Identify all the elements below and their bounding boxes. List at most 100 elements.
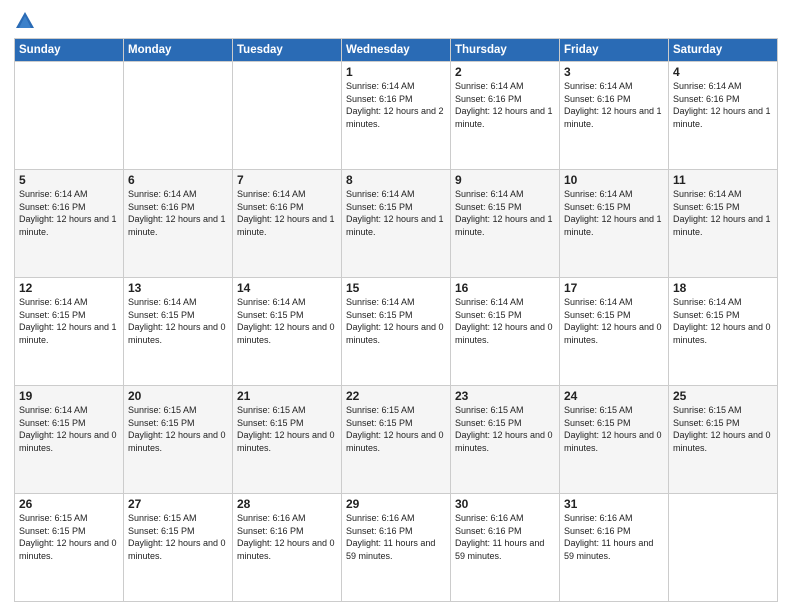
- day-number: 14: [237, 281, 337, 295]
- weekday-header-sunday: Sunday: [15, 39, 124, 62]
- day-cell: 23Sunrise: 6:15 AMSunset: 6:15 PMDayligh…: [451, 386, 560, 494]
- day-info: Sunrise: 6:14 AMSunset: 6:15 PMDaylight:…: [19, 404, 119, 454]
- day-info: Sunrise: 6:14 AMSunset: 6:15 PMDaylight:…: [564, 188, 664, 238]
- day-number: 16: [455, 281, 555, 295]
- day-cell: 5Sunrise: 6:14 AMSunset: 6:16 PMDaylight…: [15, 170, 124, 278]
- day-info: Sunrise: 6:14 AMSunset: 6:16 PMDaylight:…: [346, 80, 446, 130]
- day-cell: 15Sunrise: 6:14 AMSunset: 6:15 PMDayligh…: [342, 278, 451, 386]
- day-number: 20: [128, 389, 228, 403]
- logo: [14, 10, 38, 32]
- day-number: 9: [455, 173, 555, 187]
- day-cell: 27Sunrise: 6:15 AMSunset: 6:15 PMDayligh…: [124, 494, 233, 602]
- day-number: 3: [564, 65, 664, 79]
- day-number: 18: [673, 281, 773, 295]
- week-row-2: 5Sunrise: 6:14 AMSunset: 6:16 PMDaylight…: [15, 170, 778, 278]
- day-info: Sunrise: 6:16 AMSunset: 6:16 PMDaylight:…: [564, 512, 664, 562]
- week-row-3: 12Sunrise: 6:14 AMSunset: 6:15 PMDayligh…: [15, 278, 778, 386]
- day-info: Sunrise: 6:15 AMSunset: 6:15 PMDaylight:…: [237, 404, 337, 454]
- day-number: 28: [237, 497, 337, 511]
- day-cell: 8Sunrise: 6:14 AMSunset: 6:15 PMDaylight…: [342, 170, 451, 278]
- day-info: Sunrise: 6:14 AMSunset: 6:15 PMDaylight:…: [673, 188, 773, 238]
- day-number: 19: [19, 389, 119, 403]
- day-number: 15: [346, 281, 446, 295]
- day-info: Sunrise: 6:14 AMSunset: 6:16 PMDaylight:…: [237, 188, 337, 238]
- day-cell: 28Sunrise: 6:16 AMSunset: 6:16 PMDayligh…: [233, 494, 342, 602]
- day-cell: 9Sunrise: 6:14 AMSunset: 6:15 PMDaylight…: [451, 170, 560, 278]
- day-info: Sunrise: 6:14 AMSunset: 6:15 PMDaylight:…: [673, 296, 773, 346]
- day-number: 4: [673, 65, 773, 79]
- day-cell: [233, 62, 342, 170]
- day-cell: 6Sunrise: 6:14 AMSunset: 6:16 PMDaylight…: [124, 170, 233, 278]
- day-info: Sunrise: 6:14 AMSunset: 6:16 PMDaylight:…: [673, 80, 773, 130]
- day-number: 17: [564, 281, 664, 295]
- day-cell: 19Sunrise: 6:14 AMSunset: 6:15 PMDayligh…: [15, 386, 124, 494]
- day-number: 27: [128, 497, 228, 511]
- day-info: Sunrise: 6:15 AMSunset: 6:15 PMDaylight:…: [346, 404, 446, 454]
- day-info: Sunrise: 6:14 AMSunset: 6:16 PMDaylight:…: [128, 188, 228, 238]
- weekday-header-wednesday: Wednesday: [342, 39, 451, 62]
- day-cell: 10Sunrise: 6:14 AMSunset: 6:15 PMDayligh…: [560, 170, 669, 278]
- day-info: Sunrise: 6:16 AMSunset: 6:16 PMDaylight:…: [455, 512, 555, 562]
- day-cell: 24Sunrise: 6:15 AMSunset: 6:15 PMDayligh…: [560, 386, 669, 494]
- day-number: 29: [346, 497, 446, 511]
- weekday-header-tuesday: Tuesday: [233, 39, 342, 62]
- day-cell: 3Sunrise: 6:14 AMSunset: 6:16 PMDaylight…: [560, 62, 669, 170]
- day-cell: 25Sunrise: 6:15 AMSunset: 6:15 PMDayligh…: [669, 386, 778, 494]
- day-info: Sunrise: 6:14 AMSunset: 6:15 PMDaylight:…: [455, 296, 555, 346]
- logo-icon: [14, 10, 36, 32]
- calendar: SundayMondayTuesdayWednesdayThursdayFrid…: [14, 38, 778, 602]
- day-number: 12: [19, 281, 119, 295]
- day-info: Sunrise: 6:14 AMSunset: 6:15 PMDaylight:…: [128, 296, 228, 346]
- day-info: Sunrise: 6:15 AMSunset: 6:15 PMDaylight:…: [128, 512, 228, 562]
- day-info: Sunrise: 6:14 AMSunset: 6:15 PMDaylight:…: [237, 296, 337, 346]
- day-cell: 1Sunrise: 6:14 AMSunset: 6:16 PMDaylight…: [342, 62, 451, 170]
- day-cell: [669, 494, 778, 602]
- day-cell: [124, 62, 233, 170]
- day-number: 6: [128, 173, 228, 187]
- day-number: 1: [346, 65, 446, 79]
- day-number: 30: [455, 497, 555, 511]
- day-info: Sunrise: 6:16 AMSunset: 6:16 PMDaylight:…: [346, 512, 446, 562]
- day-number: 7: [237, 173, 337, 187]
- week-row-1: 1Sunrise: 6:14 AMSunset: 6:16 PMDaylight…: [15, 62, 778, 170]
- day-cell: [15, 62, 124, 170]
- day-cell: 4Sunrise: 6:14 AMSunset: 6:16 PMDaylight…: [669, 62, 778, 170]
- day-number: 22: [346, 389, 446, 403]
- day-info: Sunrise: 6:14 AMSunset: 6:15 PMDaylight:…: [346, 296, 446, 346]
- day-info: Sunrise: 6:14 AMSunset: 6:16 PMDaylight:…: [19, 188, 119, 238]
- day-info: Sunrise: 6:16 AMSunset: 6:16 PMDaylight:…: [237, 512, 337, 562]
- day-number: 31: [564, 497, 664, 511]
- day-cell: 16Sunrise: 6:14 AMSunset: 6:15 PMDayligh…: [451, 278, 560, 386]
- day-cell: 17Sunrise: 6:14 AMSunset: 6:15 PMDayligh…: [560, 278, 669, 386]
- day-cell: 22Sunrise: 6:15 AMSunset: 6:15 PMDayligh…: [342, 386, 451, 494]
- day-number: 26: [19, 497, 119, 511]
- day-cell: 21Sunrise: 6:15 AMSunset: 6:15 PMDayligh…: [233, 386, 342, 494]
- day-number: 5: [19, 173, 119, 187]
- day-cell: 11Sunrise: 6:14 AMSunset: 6:15 PMDayligh…: [669, 170, 778, 278]
- day-number: 2: [455, 65, 555, 79]
- day-cell: 31Sunrise: 6:16 AMSunset: 6:16 PMDayligh…: [560, 494, 669, 602]
- day-number: 13: [128, 281, 228, 295]
- day-cell: 7Sunrise: 6:14 AMSunset: 6:16 PMDaylight…: [233, 170, 342, 278]
- weekday-header-row: SundayMondayTuesdayWednesdayThursdayFrid…: [15, 39, 778, 62]
- day-info: Sunrise: 6:14 AMSunset: 6:16 PMDaylight:…: [455, 80, 555, 130]
- day-cell: 29Sunrise: 6:16 AMSunset: 6:16 PMDayligh…: [342, 494, 451, 602]
- weekday-header-friday: Friday: [560, 39, 669, 62]
- day-cell: 26Sunrise: 6:15 AMSunset: 6:15 PMDayligh…: [15, 494, 124, 602]
- day-number: 11: [673, 173, 773, 187]
- week-row-4: 19Sunrise: 6:14 AMSunset: 6:15 PMDayligh…: [15, 386, 778, 494]
- day-info: Sunrise: 6:15 AMSunset: 6:15 PMDaylight:…: [455, 404, 555, 454]
- day-number: 23: [455, 389, 555, 403]
- day-info: Sunrise: 6:15 AMSunset: 6:15 PMDaylight:…: [128, 404, 228, 454]
- day-cell: 14Sunrise: 6:14 AMSunset: 6:15 PMDayligh…: [233, 278, 342, 386]
- day-number: 21: [237, 389, 337, 403]
- day-info: Sunrise: 6:15 AMSunset: 6:15 PMDaylight:…: [564, 404, 664, 454]
- day-info: Sunrise: 6:14 AMSunset: 6:15 PMDaylight:…: [455, 188, 555, 238]
- day-cell: 2Sunrise: 6:14 AMSunset: 6:16 PMDaylight…: [451, 62, 560, 170]
- day-info: Sunrise: 6:14 AMSunset: 6:16 PMDaylight:…: [564, 80, 664, 130]
- week-row-5: 26 Sunrise: 6:15 AMSunset: 6:15 PMDayligh…: [15, 494, 778, 602]
- day-cell: 13Sunrise: 6:14 AMSunset: 6:15 PMDayligh…: [124, 278, 233, 386]
- day-number: 10: [564, 173, 664, 187]
- day-info: Sunrise: 6:14 AMSunset: 6:15 PMDaylight:…: [19, 296, 119, 346]
- day-info: Sunrise: 6:14 AMSunset: 6:15 PMDaylight:…: [564, 296, 664, 346]
